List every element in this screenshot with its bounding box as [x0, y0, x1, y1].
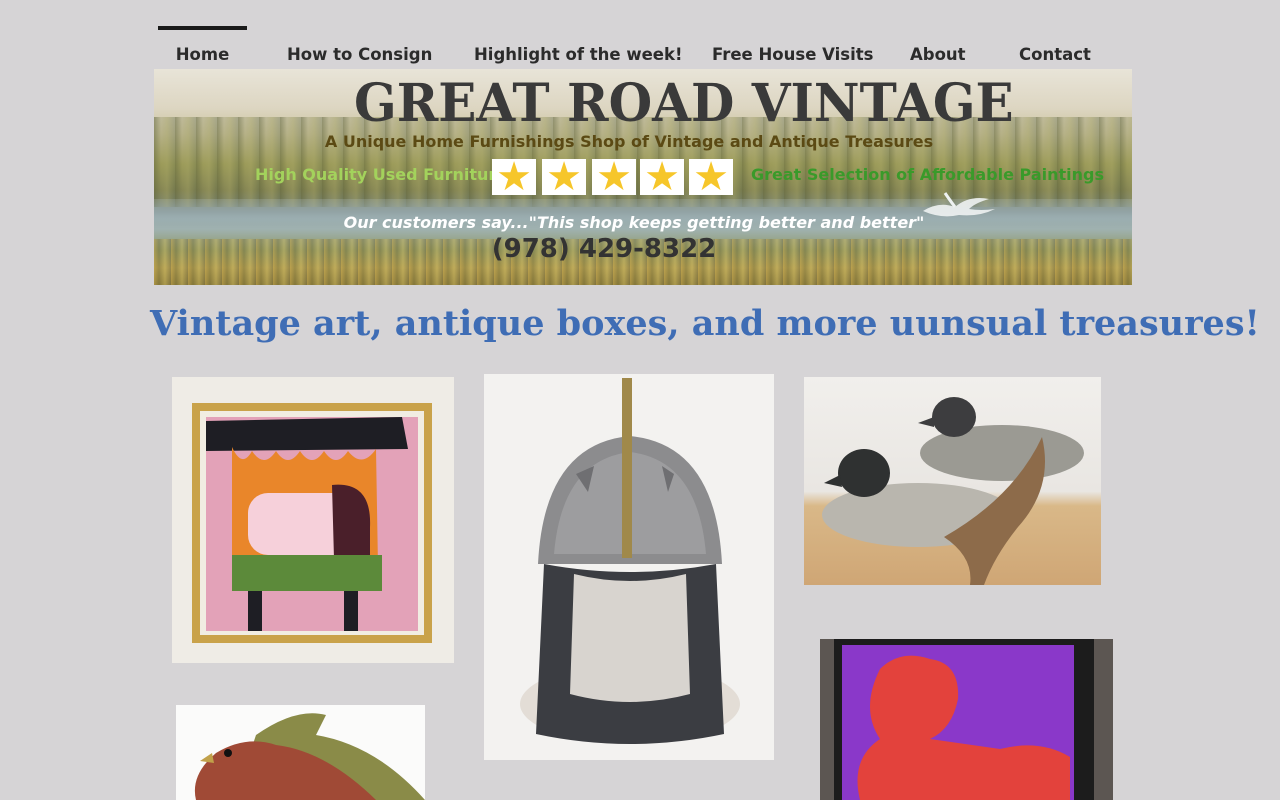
nav-how-to-consign[interactable]: How to Consign	[287, 26, 432, 68]
feature-used-furniture: High Quality Used Furniture	[255, 165, 508, 184]
star-icon: ★	[640, 157, 684, 197]
main-navigation: Home How to Consign Highlight of the wee…	[158, 26, 1118, 68]
customer-quote: Our customers say..."This shop keeps get…	[343, 213, 925, 232]
carved-birds-image[interactable]	[176, 705, 425, 800]
duck-decoys-image[interactable]	[804, 377, 1101, 585]
nav-about[interactable]: About	[910, 26, 966, 68]
nav-contact[interactable]: Contact	[1019, 26, 1091, 68]
star-icon: ★	[689, 157, 733, 197]
nav-home[interactable]: Home	[158, 26, 247, 68]
star-icon: ★	[542, 157, 586, 197]
shop-title: GREAT ROAD VINTAGE	[354, 71, 1014, 134]
hero-banner: GREAT ROAD VINTAGE A Unique Home Furnish…	[154, 69, 1132, 285]
shop-tagline: A Unique Home Furnishings Shop of Vintag…	[324, 132, 934, 151]
star-icon: ★	[592, 157, 636, 197]
pop-art-painting-image[interactable]	[820, 639, 1113, 800]
page-headline: Vintage art, antique boxes, and more uun…	[150, 303, 1260, 344]
phone-number[interactable]: (978) 429-8322	[454, 234, 754, 264]
nav-highlight-of-the-week[interactable]: Highlight of the week!	[474, 26, 682, 68]
feature-affordable-paintings: Great Selection of Affordable Paintings	[751, 165, 1104, 184]
star-icon: ★	[492, 157, 536, 197]
abstract-painting-image[interactable]	[172, 377, 454, 663]
five-star-rating: ★ ★ ★ ★ ★	[492, 157, 734, 197]
chainmail-helmet-image[interactable]	[484, 374, 774, 760]
nav-free-house-visits[interactable]: Free House Visits	[712, 26, 873, 68]
